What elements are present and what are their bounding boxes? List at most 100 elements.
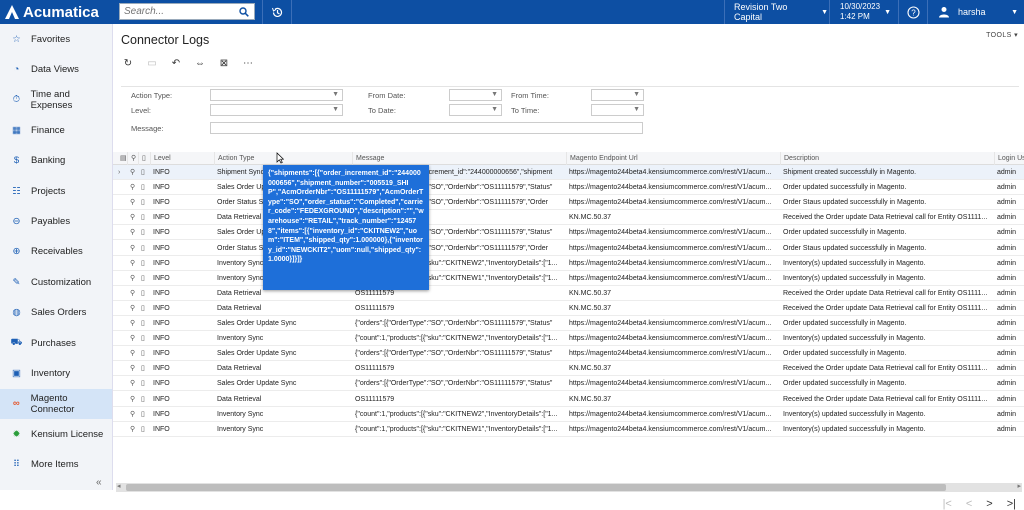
attachment-icon[interactable]: ⚲ <box>127 316 138 331</box>
attachment-icon[interactable]: ⚲ <box>127 301 138 316</box>
note-icon[interactable]: ▯ <box>138 361 150 376</box>
attachment-icon[interactable]: ⚲ <box>127 346 138 361</box>
table-row[interactable]: ⚲▯INFOData RetrievalOS11111579KN.MC.50.3… <box>113 392 1024 407</box>
scroll-right-icon[interactable]: ▸ <box>1017 482 1021 490</box>
attachment-icon[interactable]: ⚲ <box>127 165 138 180</box>
sidebar-item-more-items[interactable]: ⠿ More Items <box>0 449 112 479</box>
expand-row-icon[interactable]: › <box>115 165 124 180</box>
note-icon[interactable]: ▯ <box>138 422 150 437</box>
table-row[interactable]: ⚲ ▯ INFO Inventory Sync {"count":1,"products… <box>113 271 1024 286</box>
attachment-icon[interactable]: ⚲ <box>127 286 138 301</box>
attachment-icon[interactable]: ⚲ <box>127 376 138 391</box>
note-icon[interactable]: ▯ <box>138 301 150 316</box>
to-date-input[interactable]: ▼ <box>449 104 502 116</box>
sidebar-item-projects[interactable]: ☷ Projects <box>0 176 112 206</box>
table-row[interactable]: ⚲▯INFOData RetrievalOS11111579KN.MC.50.3… <box>113 361 1024 377</box>
user-menu[interactable]: harsha ▼ <box>930 0 1024 24</box>
note-icon[interactable]: ▯ <box>138 210 150 225</box>
sidebar-item-receivables[interactable]: ⊕ Receivables <box>0 237 112 267</box>
column-header-description[interactable]: Description <box>780 152 994 165</box>
tools-menu[interactable]: TOOLS ▾ <box>986 31 1018 39</box>
from-date-input[interactable]: ▼ <box>449 89 502 101</box>
attachment-icon[interactable]: ⚲ <box>127 180 138 195</box>
sidebar-item-time-and-expenses[interactable]: ⏱ Time and Expenses <box>0 85 112 115</box>
fit-to-screen-icon[interactable]: ⇔ <box>192 55 208 71</box>
more-options-icon[interactable]: ⋯ <box>240 55 256 71</box>
attachment-icon[interactable]: ⚲ <box>127 331 138 346</box>
table-row[interactable]: › ⚲ ▯ INFO Shipment Sync {"shipments":[{"orde… <box>113 165 1024 181</box>
last-page-icon[interactable]: >| <box>1007 498 1016 510</box>
note-icon[interactable]: ▯ <box>138 195 150 210</box>
attachment-icon[interactable]: ⚲ <box>127 210 138 225</box>
column-header-login-user[interactable]: Login Us <box>994 152 1024 165</box>
note-icon[interactable]: ▯ <box>138 331 150 346</box>
collapse-sidebar-icon[interactable]: « <box>96 477 102 488</box>
scroll-left-icon[interactable]: ◂ <box>117 482 121 490</box>
table-row[interactable]: ⚲ ▯ INFO Sales Order Update Sync {"orders":[… <box>113 376 1024 392</box>
note-icon[interactable]: ▯ <box>138 241 150 256</box>
note-icon[interactable]: ▯ <box>138 180 150 195</box>
note-icon[interactable]: ▯ <box>138 376 150 391</box>
column-header-level[interactable]: Level <box>150 152 214 165</box>
table-row[interactable]: ⚲ ▯ INFO Sales Order Update Sync {"orders":[… <box>113 180 1024 196</box>
level-select[interactable]: ▼ <box>210 104 343 116</box>
search-icon[interactable] <box>236 4 252 19</box>
business-date-selector[interactable]: 10/30/2023 1:42 PM ▼ <box>829 0 897 24</box>
tenant-selector[interactable]: Revision Two Capital ▼ <box>724 0 828 24</box>
attachment-icon[interactable]: ⚲ <box>127 361 138 376</box>
table-row[interactable]: ⚲ ▯ INFO Inventory Sync {"count":1,"products… <box>113 422 1024 437</box>
sidebar-item-kensium-license[interactable]: ✹ Kensium License <box>0 419 112 449</box>
table-row[interactable]: ⚲ ▯ INFO Sales Order Update Sync {"orders":[… <box>113 225 1024 241</box>
sidebar-item-inventory[interactable]: ▣ Inventory <box>0 358 112 388</box>
note-icon[interactable]: ▯ <box>138 286 150 301</box>
from-time-input[interactable]: ▼ <box>591 89 644 101</box>
note-icon[interactable]: ▯ <box>138 316 150 331</box>
note-icon[interactable]: ▯ <box>138 225 150 240</box>
sidebar-item-purchases[interactable]: ⛟ Purchases <box>0 328 112 358</box>
sidebar-item-sales-orders[interactable]: ◍ Sales Orders <box>0 298 112 328</box>
sidebar-item-customization[interactable]: ✎ Customization <box>0 267 112 297</box>
table-row[interactable]: ⚲▯INFOData RetrievalOS11111579KN.MC.50.3… <box>113 301 1024 316</box>
export-excel-icon[interactable]: ⊠ <box>216 55 232 71</box>
refresh-icon[interactable]: ↻ <box>120 55 136 71</box>
note-icon[interactable]: ▯ <box>138 256 150 271</box>
column-header-message[interactable]: Message <box>352 152 566 165</box>
save-icon[interactable]: ▭ <box>144 55 160 71</box>
next-page-icon[interactable]: > <box>986 498 992 510</box>
table-row[interactable]: ⚲ ▯ INFO Sales Order Update Sync {"orders":[… <box>113 346 1024 362</box>
search-input[interactable] <box>120 6 236 17</box>
to-time-input[interactable]: ▼ <box>591 104 644 116</box>
help-button[interactable]: ? <box>898 0 928 24</box>
horizontal-scrollbar[interactable]: ◂ ▸ <box>116 483 1022 492</box>
sidebar-item-payables[interactable]: ⊖ Payables <box>0 206 112 236</box>
sidebar-item-data-views[interactable]: ◔ Data Views <box>0 54 112 84</box>
table-row[interactable]: ⚲ ▯ INFO Inventory Sync {"count":1,"products… <box>113 407 1024 422</box>
column-header-endpoint-url[interactable]: Magento Endpoint Url <box>566 152 780 165</box>
table-row[interactable]: ⚲ ▯ INFO Order Status Sync {"orders":[{"Orde… <box>113 241 1024 256</box>
note-icon[interactable]: ▯ <box>138 392 150 407</box>
attachment-icon[interactable]: ⚲ <box>127 195 138 210</box>
table-row[interactable]: ⚲ ▯ INFO Sales Order Update Sync {"orders":[… <box>113 316 1024 332</box>
table-row[interactable]: ⚲ ▯ INFO Order Status Sync {"orders":[{"Orde… <box>113 195 1024 211</box>
sidebar-item-favorites[interactable]: ☆ Favorites <box>0 24 112 54</box>
sidebar-item-banking[interactable]: $ Banking <box>0 146 112 176</box>
attachment-icon[interactable]: ⚲ <box>127 225 138 240</box>
attachment-icon[interactable]: ⚲ <box>127 256 138 271</box>
note-icon[interactable]: ▯ <box>138 346 150 361</box>
table-row[interactable]: ⚲▯INFOData RetrievalOS11111579KN.MC.50.3… <box>113 286 1024 301</box>
note-icon[interactable]: ▯ <box>138 271 150 286</box>
note-icon[interactable]: ▯ <box>138 165 150 180</box>
table-row[interactable]: ⚲ ▯ INFO Inventory Sync {"count":1,"products… <box>113 256 1024 271</box>
prev-page-icon[interactable]: < <box>966 498 972 510</box>
message-input[interactable] <box>210 122 643 134</box>
attachment-icon[interactable]: ⚲ <box>127 407 138 422</box>
table-row[interactable]: ⚲▯INFOData RetrievalOS11111579KN.MC.50.3… <box>113 210 1024 226</box>
first-page-icon[interactable]: |< <box>943 498 952 510</box>
sidebar-item-finance[interactable]: ▦ Finance <box>0 115 112 145</box>
table-row[interactable]: ⚲ ▯ INFO Inventory Sync {"count":1,"products… <box>113 331 1024 347</box>
attachment-icon[interactable]: ⚲ <box>127 241 138 256</box>
attachment-icon[interactable]: ⚲ <box>127 271 138 286</box>
app-logo[interactable]: Acumatica <box>0 0 114 24</box>
attachment-icon[interactable]: ⚲ <box>127 422 138 437</box>
undo-icon[interactable]: ↶ <box>168 55 184 71</box>
